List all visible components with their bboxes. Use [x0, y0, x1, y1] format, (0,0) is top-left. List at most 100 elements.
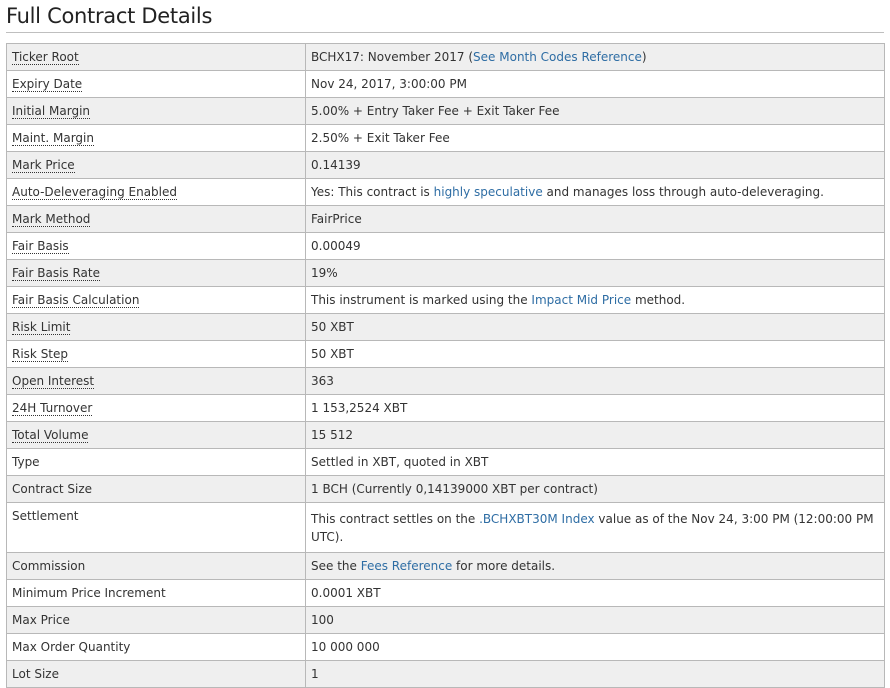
row-label-cell: Max Price	[6, 606, 306, 634]
row-label: Contract Size	[12, 482, 93, 496]
row-label: Max Price	[12, 613, 70, 627]
row-label-tooltip[interactable]: Expiry Date	[12, 77, 83, 92]
row-label-tooltip[interactable]: Fair Basis	[12, 239, 69, 254]
value-text: Nov 24, 2017, 3:00:00 PM	[311, 77, 467, 91]
row-label: Lot Size	[12, 667, 59, 681]
value-link[interactable]: Fees Reference	[361, 559, 453, 573]
row-label-cell: Contract Size	[6, 475, 306, 503]
table-row: 24H Turnover 1 153,2524 XBT	[6, 394, 885, 422]
row-value-cell: 363	[305, 367, 885, 395]
row-value-cell: 19%	[305, 259, 885, 287]
value-text: 0.0001 XBT	[311, 586, 381, 600]
row-value-cell: 1 153,2524 XBT	[305, 394, 885, 422]
row-label-cell: Settlement	[6, 502, 306, 553]
value-link[interactable]: highly speculative	[434, 185, 543, 199]
row-label-tooltip[interactable]: Risk Step	[12, 347, 69, 362]
row-label: Commission	[12, 559, 86, 573]
row-label-cell: Risk Limit	[6, 313, 306, 341]
table-row: Initial Margin 5.00% + Entry Taker Fee + …	[6, 97, 885, 125]
row-value-cell: 0.14139	[305, 151, 885, 179]
value-text: 1	[311, 667, 319, 681]
row-label-cell: Risk Step	[6, 340, 306, 368]
value-text: FairPrice	[311, 212, 362, 226]
table-row: Fair Basis Calculation This instrument is…	[6, 286, 885, 314]
row-label: Settlement	[12, 509, 79, 523]
row-value-cell: 0.00049	[305, 232, 885, 260]
row-label-cell: Open Interest	[6, 367, 306, 395]
row-label: Max Order Quantity	[12, 640, 131, 654]
value-text: 50 XBT	[311, 320, 354, 334]
row-label-tooltip[interactable]: Risk Limit	[12, 320, 71, 335]
row-label-cell: Fair Basis Calculation	[6, 286, 306, 314]
row-value-cell: Yes: This contract is highly speculative…	[305, 178, 885, 206]
table-row: Fair Basis Rate 19%	[6, 259, 885, 287]
row-label-cell: Commission	[6, 552, 306, 580]
table-row: Fair Basis 0.00049	[6, 232, 885, 260]
row-value-cell: See the Fees Reference for more details.	[305, 552, 885, 580]
table-row: Type Settled in XBT, quoted in XBT	[6, 448, 885, 476]
row-label-cell: Ticker Root	[6, 43, 306, 71]
value-link[interactable]: .BCHXBT30M Index	[479, 512, 595, 526]
value-text: for more details.	[452, 559, 556, 573]
row-value-cell: Nov 24, 2017, 3:00:00 PM	[305, 70, 885, 98]
value-text: 0.00049	[311, 239, 361, 253]
row-value-cell: 10 000 000	[305, 633, 885, 661]
value-text: and manages loss through auto-deleveragi…	[542, 185, 824, 199]
value-text: 100	[311, 613, 334, 627]
row-label-cell: Max Order Quantity	[6, 633, 306, 661]
row-label-cell: Lot Size	[6, 660, 306, 688]
table-row: Mark Method FairPrice	[6, 205, 885, 233]
row-label-tooltip[interactable]: Total Volume	[12, 428, 89, 443]
row-label-tooltip[interactable]: 24H Turnover	[12, 401, 93, 416]
table-row: Minimum Price Increment 0.0001 XBT	[6, 579, 885, 607]
row-label-tooltip[interactable]: Ticker Root	[12, 50, 79, 65]
row-label-cell: Maint. Margin	[6, 124, 306, 152]
row-label-tooltip[interactable]: Initial Margin	[12, 104, 91, 119]
row-label: Minimum Price Increment	[12, 586, 166, 600]
row-label-tooltip[interactable]: Fair Basis Calculation	[12, 293, 140, 308]
row-label-cell: Minimum Price Increment	[6, 579, 306, 607]
row-value-cell: 50 XBT	[305, 340, 885, 368]
table-row: Open Interest 363	[6, 367, 885, 395]
contract-details-table: Ticker Root BCHX17: November 2017 (See Mo…	[6, 43, 885, 688]
value-text: This instrument is marked using the	[311, 293, 532, 307]
row-value-cell: 5.00% + Entry Taker Fee + Exit Taker Fee	[305, 97, 885, 125]
value-text: )	[641, 50, 647, 64]
value-text: BCHX17: November 2017 (	[311, 50, 474, 64]
row-label-cell: Mark Price	[6, 151, 306, 179]
value-text: method.	[631, 293, 686, 307]
row-label-cell: Initial Margin	[6, 97, 306, 125]
row-label-tooltip[interactable]: Fair Basis Rate	[12, 266, 100, 281]
row-label-tooltip[interactable]: Auto-Deleveraging Enabled	[12, 185, 178, 200]
table-row: Commission See the Fees Reference for mor…	[6, 552, 885, 580]
value-text: 15 512	[311, 428, 353, 442]
page-title: Full Contract Details	[6, 4, 213, 28]
row-label-cell: Total Volume	[6, 421, 306, 449]
table-row: Auto-Deleveraging Enabled Yes: This contr…	[6, 178, 885, 206]
row-label-tooltip[interactable]: Open Interest	[12, 374, 95, 389]
table-row: Expiry Date Nov 24, 2017, 3:00:00 PM	[6, 70, 885, 98]
contract-details-body: Ticker Root BCHX17: November 2017 (See Mo…	[6, 43, 885, 688]
row-label-tooltip[interactable]: Maint. Margin	[12, 131, 94, 146]
table-row: Contract Size 1 BCH (Currently 0,14139000…	[6, 475, 885, 503]
table-row: Risk Step 50 XBT	[6, 340, 885, 368]
value-text: 50 XBT	[311, 347, 354, 361]
value-text: 10 000 000	[311, 640, 380, 654]
table-row: Lot Size 1	[6, 660, 885, 688]
row-value-cell: 1	[305, 660, 885, 688]
row-value-cell: Settled in XBT, quoted in XBT	[305, 448, 885, 476]
value-link[interactable]: See Month Codes Reference	[473, 50, 642, 64]
table-row: Max Price 100	[6, 606, 885, 634]
table-row: Ticker Root BCHX17: November 2017 (See Mo…	[6, 43, 885, 71]
row-value-cell: 2.50% + Exit Taker Fee	[305, 124, 885, 152]
row-label-cell: Type	[6, 448, 306, 476]
row-label-cell: Fair Basis Rate	[6, 259, 306, 287]
value-text: Yes: This contract is	[311, 185, 434, 199]
value-text: 0.14139	[311, 158, 361, 172]
value-text: This contract settles on the	[311, 511, 480, 526]
row-value-cell: FairPrice	[305, 205, 885, 233]
row-value-cell: 0.0001 XBT	[305, 579, 885, 607]
row-label-tooltip[interactable]: Mark Price	[12, 158, 75, 173]
row-label-tooltip[interactable]: Mark Method	[12, 212, 91, 227]
value-link[interactable]: Impact Mid Price	[531, 293, 631, 307]
